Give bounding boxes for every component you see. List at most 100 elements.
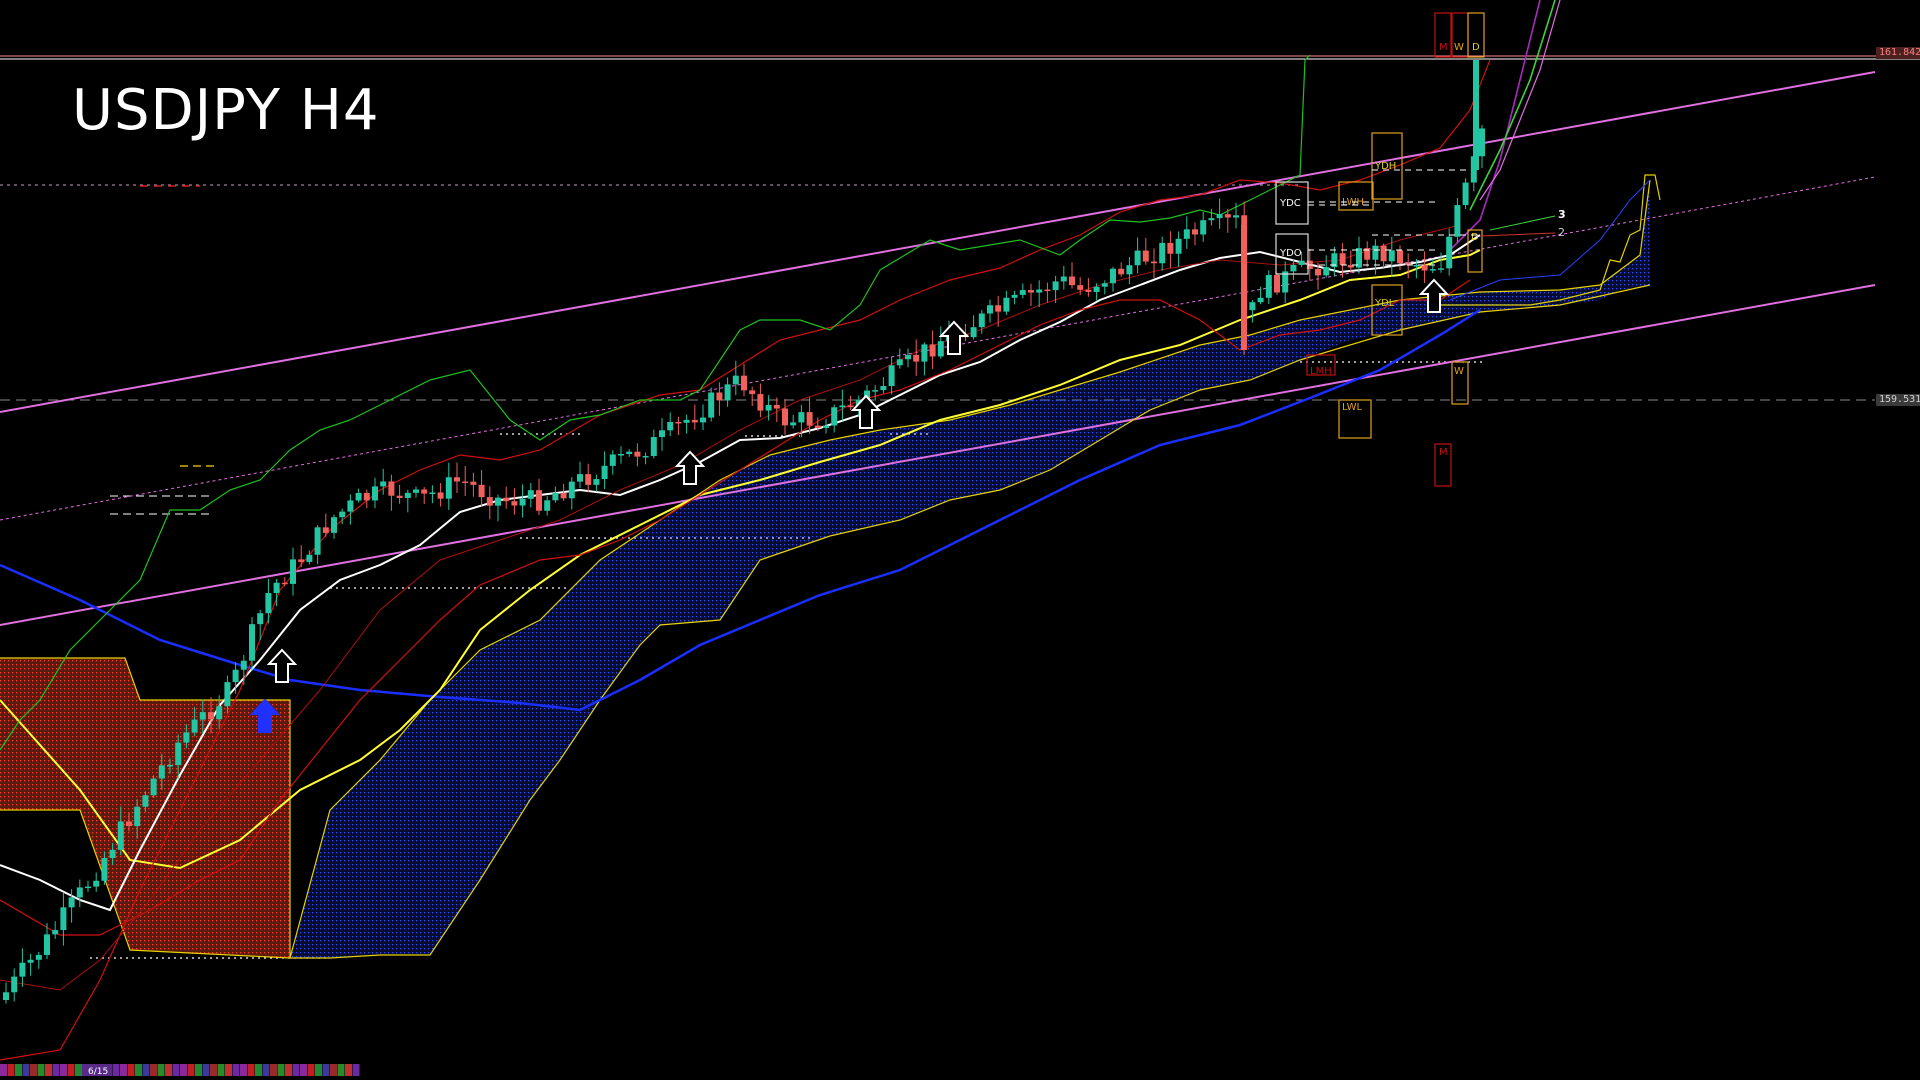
candle-body	[85, 886, 91, 889]
candle-body	[363, 492, 370, 501]
candle-body	[896, 359, 903, 366]
candle	[404, 489, 411, 513]
candle-body	[905, 354, 911, 360]
spike-body-2	[1473, 60, 1479, 170]
candle-body	[1446, 236, 1453, 269]
candle-body	[675, 421, 682, 424]
candle-body	[437, 492, 444, 499]
candle-body	[1085, 289, 1092, 292]
strip-cell	[322, 1064, 330, 1076]
d-top-label: D	[1472, 42, 1480, 53]
candle	[831, 404, 838, 433]
candle-body	[1274, 274, 1280, 293]
curve-pink	[1479, 0, 1561, 201]
candle	[839, 389, 846, 421]
candle-body	[782, 408, 788, 426]
candle-body	[1216, 214, 1223, 219]
candle-body	[298, 559, 305, 562]
chart-area[interactable]: M W D D W M YDH YDC YDO YDL LWH LWL LMH 3 2 6/15 USDJP…	[0, 0, 1920, 1080]
candle-body	[1151, 261, 1157, 264]
candle-body	[1479, 128, 1485, 157]
candle-body	[880, 385, 887, 391]
chart-canvas[interactable]: M W DDWMYDHYDCYDOYDLLWHLWLLMH32 6/15	[0, 0, 1920, 1080]
candle	[1282, 261, 1289, 304]
candle-body	[167, 765, 173, 767]
candle	[937, 326, 944, 359]
candle-body	[978, 313, 985, 328]
pivot-label-2: 2	[1558, 226, 1565, 239]
candle-body	[175, 742, 182, 766]
candle-body	[732, 375, 739, 385]
candle	[1380, 243, 1387, 268]
candle-body	[380, 481, 387, 487]
candle	[265, 578, 272, 624]
candle-body	[290, 559, 296, 584]
candle	[618, 446, 624, 464]
candle-body	[109, 849, 116, 858]
candle-body	[1265, 274, 1272, 298]
candle-body	[1380, 245, 1387, 262]
price-tag-top: 161.842	[1876, 47, 1920, 59]
candle	[495, 494, 501, 522]
candle-body	[913, 354, 920, 362]
candle	[273, 578, 280, 607]
candle	[577, 461, 583, 488]
candle	[1347, 250, 1354, 273]
candle	[1192, 222, 1198, 246]
candle-body	[35, 954, 42, 960]
candle-body	[1003, 297, 1010, 312]
strip-cell	[300, 1064, 307, 1076]
candle-body	[642, 456, 649, 458]
candle-body	[560, 492, 567, 499]
candle-body	[314, 527, 321, 555]
strip-cell	[255, 1064, 262, 1076]
strip-cell	[337, 1064, 345, 1076]
candle-body	[601, 465, 608, 480]
candle-body	[1167, 242, 1174, 254]
candle-body	[150, 778, 157, 796]
candle	[1167, 231, 1174, 268]
candle	[1364, 241, 1371, 268]
candle-body	[158, 765, 165, 779]
candle-body	[1208, 218, 1215, 221]
candle	[1126, 257, 1133, 285]
candle	[1028, 283, 1034, 307]
candle-body	[1183, 229, 1190, 239]
candle-body	[232, 669, 239, 683]
candle	[421, 487, 428, 504]
candle	[1249, 300, 1256, 323]
candle	[1323, 255, 1330, 278]
m-top-label: M	[1439, 42, 1448, 53]
strip-cell	[330, 1064, 337, 1076]
strip-cell	[172, 1064, 180, 1076]
candle	[85, 880, 91, 892]
candle-body	[823, 425, 829, 429]
strip-cell	[352, 1064, 360, 1076]
candle-body	[1224, 214, 1231, 218]
candle-body	[11, 976, 18, 993]
candle-body	[1044, 289, 1051, 292]
candle-body	[1388, 250, 1395, 262]
candle	[462, 465, 469, 497]
candle	[1101, 280, 1108, 295]
candle-body	[536, 490, 542, 511]
candle	[1069, 262, 1075, 289]
candle	[1274, 272, 1280, 295]
candle-body	[1298, 260, 1305, 265]
candle	[913, 339, 920, 376]
candle-body	[1118, 268, 1125, 275]
candle-body	[322, 527, 329, 533]
candle-body	[347, 500, 354, 512]
candle	[650, 429, 657, 459]
candle-body	[1192, 229, 1198, 235]
candle	[1438, 252, 1444, 273]
candle-body	[618, 454, 624, 456]
curve-green	[1469, 0, 1556, 211]
candle	[593, 474, 600, 492]
strip-cell	[345, 1064, 352, 1076]
candle-body	[700, 417, 706, 423]
strip-cell	[180, 1064, 187, 1076]
candle	[331, 514, 337, 539]
candle-body	[773, 404, 780, 409]
candle	[1003, 290, 1010, 315]
